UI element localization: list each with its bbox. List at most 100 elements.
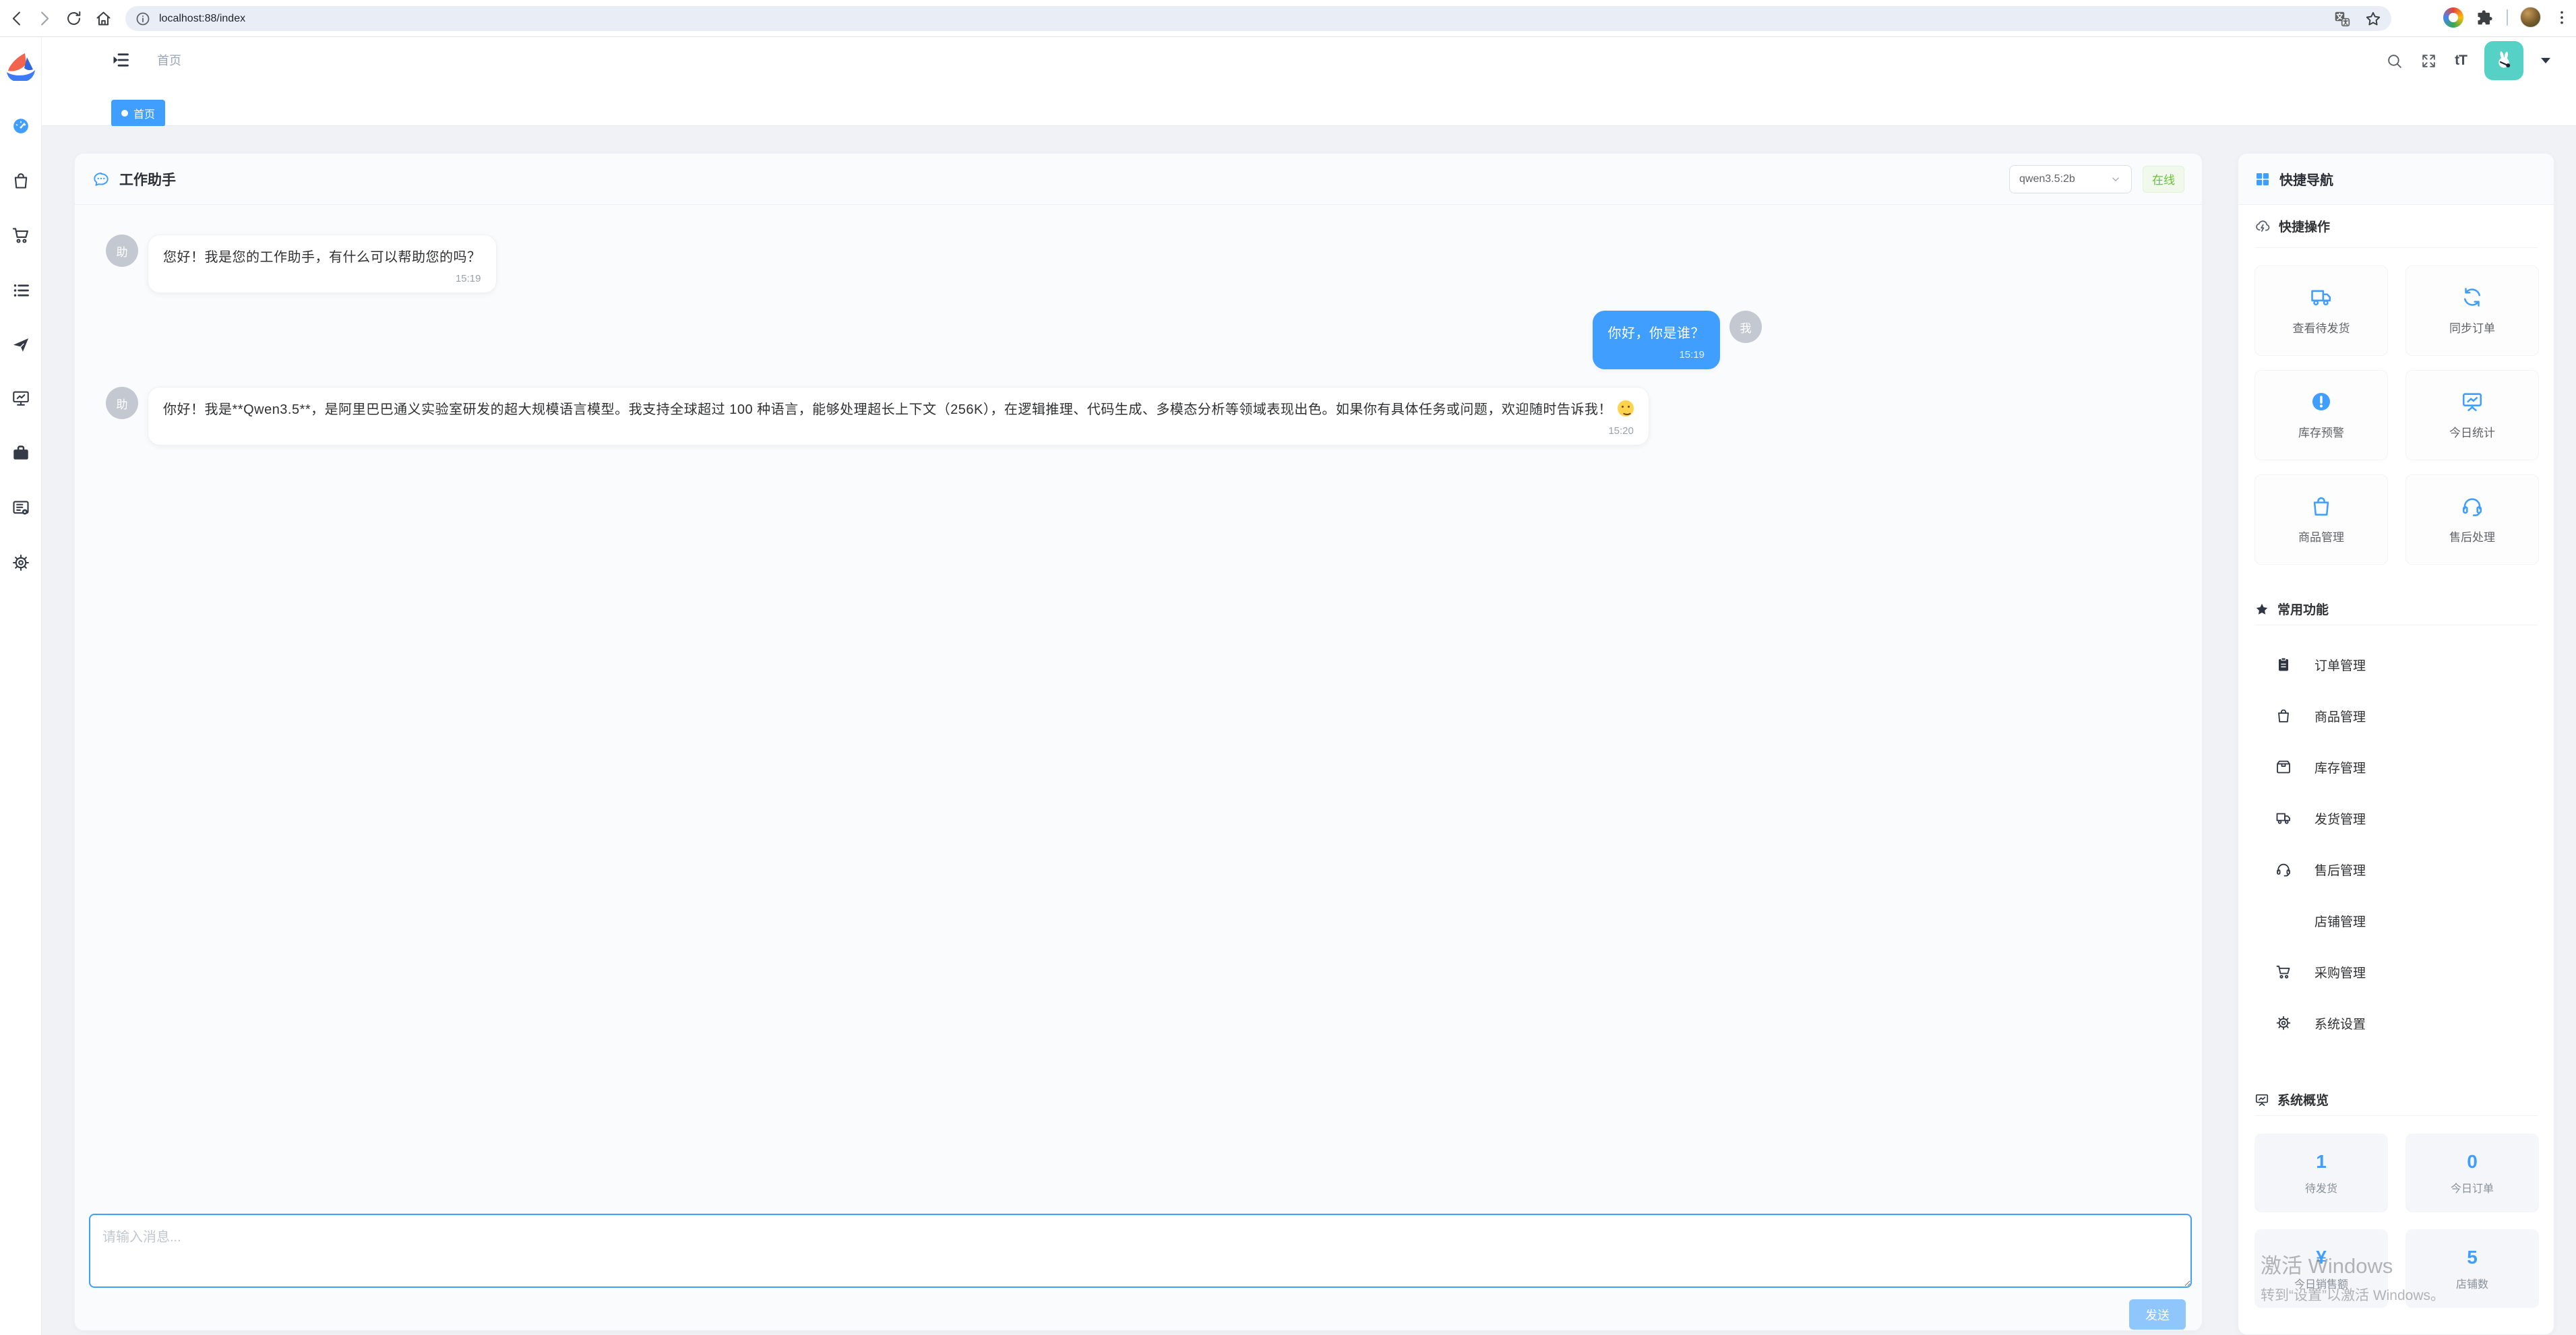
products-bag-icon[interactable] [11, 171, 30, 190]
message-list: 助 您好！我是您的工作助手，有什么可以帮助您的吗？ 15:19 你好，你是谁？ … [106, 205, 1762, 445]
briefcase-icon[interactable] [11, 443, 30, 462]
extension-ring-icon[interactable] [2443, 7, 2463, 28]
puzzle-icon[interactable] [2476, 8, 2494, 27]
bag-icon [2275, 708, 2292, 724]
section-title-label: 系统概览 [2277, 1090, 2329, 1109]
truck-icon [2275, 810, 2292, 826]
panel-title: 快捷导航 [2279, 169, 2333, 189]
monitor-chart-icon[interactable] [11, 389, 30, 408]
app-header: 首页 tT [42, 37, 2576, 84]
user-avatar[interactable] [2484, 41, 2523, 80]
fullscreen-icon[interactable] [2420, 53, 2437, 69]
section-quick-ops: 快捷操作 [2255, 205, 2538, 248]
tags-view-bar: 首页 [42, 84, 2576, 126]
chevron-down-icon [2110, 173, 2122, 185]
quick-ops-grid: 查看待发货 同步订单 库存预警 今日统计 商品管理 [2255, 266, 2538, 565]
quick-op-aftersale[interactable]: 售后处理 [2405, 474, 2539, 565]
fn-item-inventory[interactable]: 库存管理 [2255, 747, 2538, 787]
address-bar[interactable]: localhost:88/index [125, 6, 2391, 31]
section-title-label: 常用功能 [2277, 600, 2329, 618]
fn-item-label: 售后管理 [2314, 861, 2366, 879]
quick-op-sync-orders[interactable]: 同步订单 [2405, 266, 2539, 356]
send-button[interactable]: 发送 [2129, 1299, 2186, 1330]
message-time: 15:20 [163, 425, 1634, 437]
chat-title: 工作助手 [119, 169, 176, 189]
assistant-bubble: 你好！我是**Qwen3.5**，是阿里巴巴通义实验室研发的超大规模语言模型。我… [148, 387, 1649, 445]
fn-item-label: 采购管理 [2314, 963, 2366, 981]
grid-icon [2255, 171, 2271, 187]
sidebar [0, 37, 42, 1335]
stat-today-sales: ¥ 今日销售额 [2255, 1229, 2388, 1308]
fn-item-label: 订单管理 [2314, 656, 2366, 674]
status-badge: 在线 [2143, 166, 2184, 193]
shipping-plane-icon[interactable] [11, 336, 30, 354]
reload-icon[interactable] [65, 9, 83, 28]
stat-value: 1 [2316, 1151, 2327, 1173]
message-text: 你好！我是**Qwen3.5**，是阿里巴巴通义实验室研发的超大规模语言模型。我… [163, 400, 1634, 420]
profile-avatar[interactable] [2520, 7, 2541, 28]
fn-item-settings[interactable]: 系统设置 [2255, 1003, 2538, 1043]
font-size-icon[interactable]: tT [2455, 53, 2467, 69]
fn-item-purchase[interactable]: 采购管理 [2255, 952, 2538, 992]
kebab-menu-icon[interactable] [2553, 9, 2571, 26]
model-select-value: qwen3.5:2b [2019, 173, 2075, 185]
bookmark-star-icon[interactable] [2364, 10, 2382, 28]
fn-item-products[interactable]: 商品管理 [2255, 695, 2538, 736]
translate-icon[interactable] [2333, 10, 2351, 28]
star-icon [2255, 602, 2269, 617]
message-time: 15:19 [163, 273, 481, 284]
fn-item-label: 发货管理 [2314, 809, 2366, 828]
gear-icon [2275, 1015, 2292, 1031]
stat-label: 今日订单 [2451, 1179, 2494, 1196]
alert-icon [2310, 390, 2333, 413]
bolt-cloud-icon [2255, 218, 2271, 235]
assistant-avatar: 助 [106, 387, 138, 419]
quick-op-product-mgmt[interactable]: 商品管理 [2255, 474, 2388, 565]
site-info-icon[interactable] [135, 11, 151, 27]
sync-icon [2461, 286, 2484, 309]
model-select[interactable]: qwen3.5:2b [2009, 165, 2132, 193]
quick-op-label: 同步订单 [2449, 319, 2495, 336]
quick-op-label: 今日统计 [2449, 423, 2495, 440]
fn-item-shops[interactable]: 店铺管理 [2255, 900, 2538, 941]
caret-down-icon[interactable] [2541, 57, 2550, 64]
assistant-avatar: 助 [106, 235, 138, 267]
menu-fold-icon[interactable] [111, 51, 130, 69]
fn-item-shipping[interactable]: 发货管理 [2255, 798, 2538, 838]
forward-icon[interactable] [35, 9, 53, 28]
chat-header: 工作助手 qwen3.5:2b 在线 [75, 154, 2202, 205]
search-icon[interactable] [2386, 53, 2403, 69]
cart-icon[interactable] [11, 226, 30, 245]
section-overview: 系统概览 [2255, 1084, 2538, 1116]
chat-card: 工作助手 qwen3.5:2b 在线 助 您好！我是您的工作助手，有什么可以帮助… [74, 153, 2203, 1331]
quick-op-label: 查看待发货 [2293, 319, 2350, 336]
headset-icon [2461, 495, 2484, 518]
section-common-fn: 常用功能 [2255, 593, 2538, 625]
quick-op-pending-ship[interactable]: 查看待发货 [2255, 266, 2388, 356]
quick-op-stock-alert[interactable]: 库存预警 [2255, 370, 2388, 460]
quick-op-label: 商品管理 [2298, 528, 2344, 545]
message-input[interactable] [89, 1214, 2192, 1288]
stat-label: 待发货 [2305, 1179, 2337, 1196]
home-icon[interactable] [94, 9, 113, 28]
back-icon[interactable] [8, 9, 26, 28]
section-title-label: 快捷操作 [2279, 217, 2330, 235]
browser-toolbar: localhost:88/index [0, 0, 2576, 37]
fn-item-aftersale[interactable]: 售后管理 [2255, 849, 2538, 890]
dashboard-icon[interactable] [11, 117, 30, 135]
overview-board-icon [2255, 1092, 2269, 1107]
app-logo[interactable] [5, 52, 37, 82]
server-gear-icon[interactable] [11, 499, 30, 518]
tab-home[interactable]: 首页 [111, 100, 165, 127]
stat-label: 今日销售额 [2294, 1275, 2348, 1291]
quick-op-today-stats[interactable]: 今日统计 [2405, 370, 2539, 460]
url-text[interactable]: localhost:88/index [159, 13, 245, 25]
message-text: 你好，你是谁？ [1608, 323, 1705, 344]
breadcrumb[interactable]: 首页 [157, 51, 181, 69]
orders-list-icon[interactable] [11, 281, 30, 300]
stat-shop-count: 5 店铺数 [2405, 1229, 2539, 1308]
fn-item-orders[interactable]: 订单管理 [2255, 644, 2538, 685]
fn-item-label: 库存管理 [2314, 758, 2366, 776]
rabbit-avatar-icon [2492, 49, 2515, 72]
settings-gear-icon[interactable] [11, 553, 30, 572]
